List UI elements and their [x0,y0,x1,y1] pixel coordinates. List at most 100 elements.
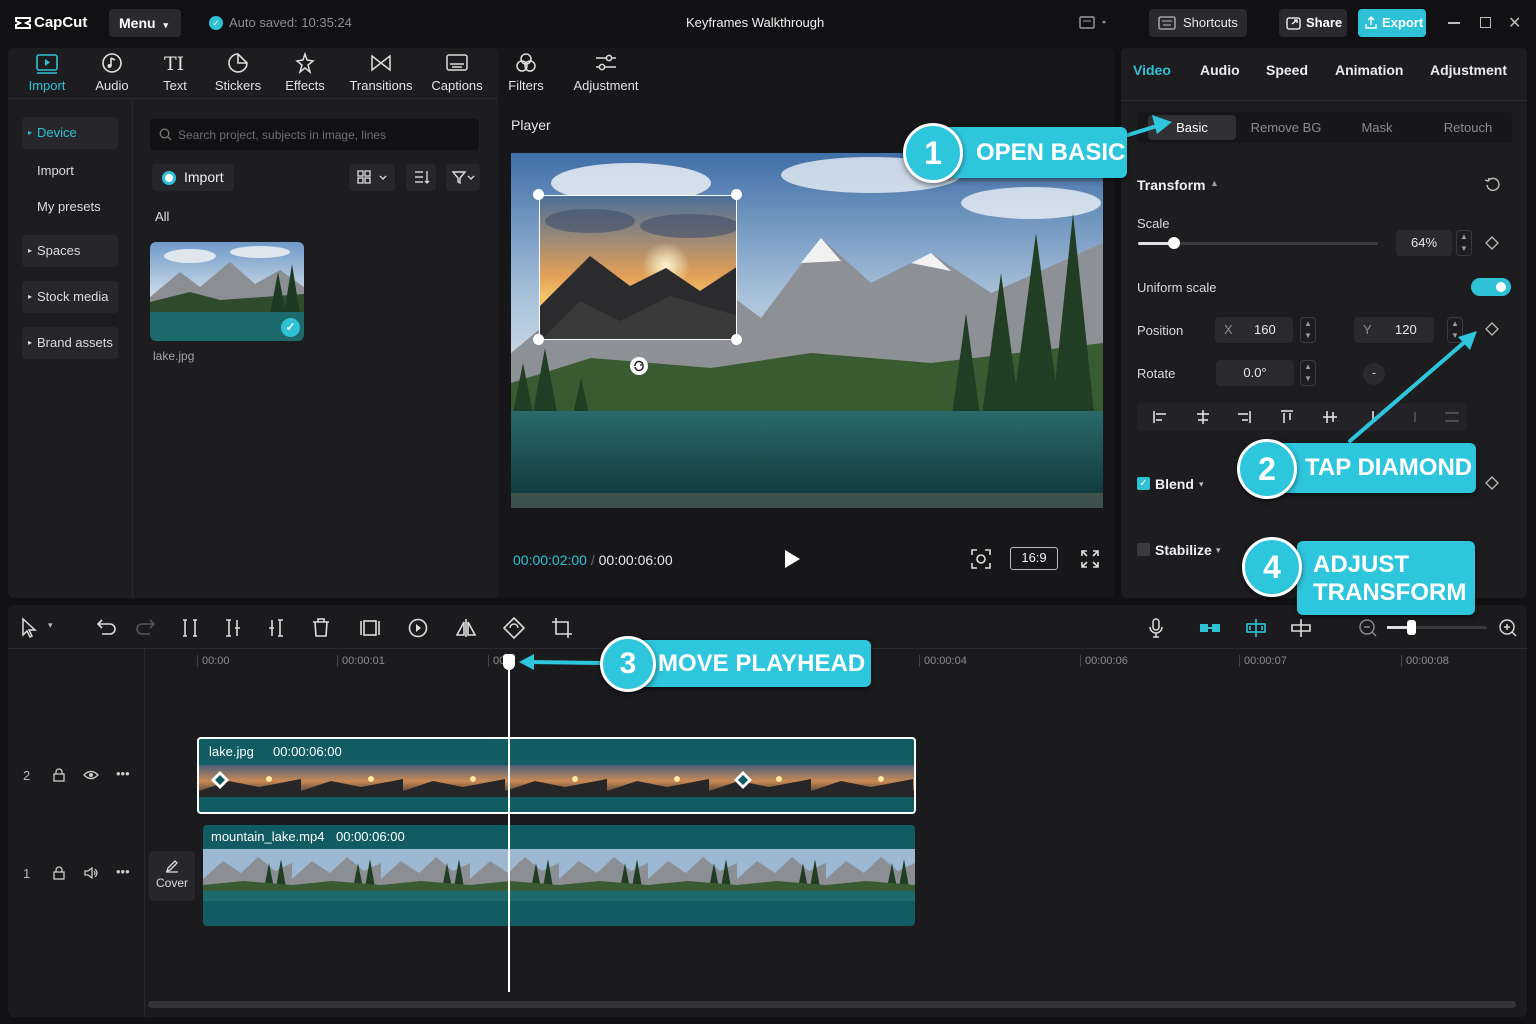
toolbar-import[interactable]: Import [12,52,82,98]
zoom-slider-knob[interactable] [1407,620,1416,635]
rotate-icon[interactable] [502,616,526,640]
snap-icon[interactable] [1244,616,1268,640]
keyframe-diamond-icon[interactable] [210,770,230,790]
zoom-slider[interactable] [1387,620,1487,635]
resize-handle[interactable] [533,334,544,345]
cover-button[interactable]: Cover [149,851,195,901]
split-view-icon[interactable] [1289,616,1313,640]
view-grid-button[interactable] [349,164,395,191]
select-cursor-icon[interactable] [18,616,42,640]
stabilize-label[interactable]: Stabilize [1155,542,1212,558]
subtab-remove-bg[interactable]: Remove BG [1242,115,1330,140]
undo-icon[interactable] [93,616,117,640]
delete-icon[interactable] [309,616,333,640]
toolbar-audio[interactable]: Audio [77,52,147,98]
resize-handle[interactable] [731,189,742,200]
overlay-image-selection[interactable] [539,195,737,340]
eye-icon[interactable] [83,769,99,781]
lock-icon[interactable] [52,768,66,782]
scale-slider-knob[interactable] [1168,237,1180,249]
filter-button[interactable] [446,164,480,191]
close-icon[interactable]: ✕ [1508,13,1521,33]
maximize-icon[interactable] [1480,17,1491,28]
rotate-stepper[interactable]: ▲ ▼ [1300,360,1316,386]
layout-icon[interactable] [1078,15,1110,31]
scale-keyframe-diamond-icon[interactable] [1485,236,1499,250]
audio-speaker-icon[interactable] [83,867,99,879]
transform-section-title[interactable]: Transform [1137,177,1205,193]
rotate-dial-icon[interactable]: - [1363,363,1385,385]
sidebar-item-stock-media[interactable]: ▸ Stock media [22,281,118,313]
sidebar-item-spaces[interactable]: ▸ Spaces [22,235,118,267]
share-button[interactable]: Share [1279,9,1347,37]
chevron-down-icon[interactable]: ▾ [1216,545,1221,556]
freeze-frame-icon[interactable] [358,616,382,640]
resize-handle[interactable] [731,334,742,345]
aspect-ratio-button[interactable]: 16:9 [1010,547,1058,570]
toolbar-text[interactable]: TI Text [140,52,210,98]
microphone-icon[interactable] [1144,616,1168,640]
split-icon[interactable] [178,616,202,640]
export-button[interactable]: Export [1358,9,1426,37]
toolbar-captions[interactable]: Captions [422,52,492,98]
play-button[interactable] [783,549,801,569]
split-right-icon[interactable] [264,616,288,640]
stabilize-checkbox[interactable] [1137,543,1150,556]
tab-adjustment[interactable]: Adjustment [1430,62,1507,78]
timeline-scrollbar[interactable] [148,1001,1516,1008]
search-input[interactable]: Search project, subjects in image, lines [150,119,479,150]
more-options-icon[interactable]: ••• [116,864,130,879]
tab-audio[interactable]: Audio [1200,62,1240,78]
playhead-line[interactable] [508,664,510,992]
fit-view-button[interactable] [970,548,992,570]
rotate-handle-icon[interactable] [630,357,648,375]
chevron-down-icon[interactable]: ▾ [48,620,53,631]
rotate-value-field[interactable]: 0.0° [1216,360,1294,386]
mirror-icon[interactable] [454,616,478,640]
toolbar-effects[interactable]: Effects [270,52,340,98]
uniform-scale-toggle[interactable] [1471,278,1511,296]
minimize-icon[interactable] [1448,22,1460,24]
blend-checkbox[interactable]: ✓ [1137,477,1150,490]
scale-stepper[interactable]: ▲ ▼ [1456,230,1472,256]
crop-icon[interactable] [550,616,574,640]
tab-speed[interactable]: Speed [1266,62,1308,78]
blend-keyframe-diamond-icon[interactable] [1485,476,1499,490]
speed-icon[interactable] [406,616,430,640]
position-y-field[interactable]: Y 120 [1354,317,1434,343]
playhead-handle[interactable] [503,654,515,670]
tab-video[interactable]: Video [1133,62,1171,78]
timeline-clip-lake[interactable]: lake.jpg 00:00:06:00 [197,737,916,814]
subtab-retouch[interactable]: Retouch [1424,115,1512,140]
zoom-out-icon[interactable] [1356,616,1380,640]
toolbar-transitions[interactable]: Transitions [346,52,416,98]
blend-label[interactable]: Blend [1155,476,1194,492]
keyframe-diamond-icon[interactable] [733,770,753,790]
reset-icon[interactable] [1484,176,1500,192]
fullscreen-button[interactable] [1080,549,1100,569]
redo-icon[interactable] [135,616,159,640]
toolbar-filters[interactable]: Filters [491,52,561,98]
toolbar-adjustment[interactable]: Adjustment [571,52,641,98]
import-button[interactable]: Import [152,164,234,191]
timeline-clip-mountain-lake[interactable]: mountain_lake.mp4 00:00:06:00 [203,825,915,926]
resize-handle[interactable] [533,189,544,200]
more-options-icon[interactable]: ••• [116,766,130,781]
chevron-up-icon[interactable]: ▲ [1210,178,1219,188]
shortcuts-button[interactable]: Shortcuts [1149,9,1247,37]
scale-slider[interactable] [1138,237,1378,249]
position-x-stepper[interactable]: ▲ ▼ [1300,317,1316,343]
position-y-stepper[interactable]: ▲ ▼ [1447,317,1463,343]
subtab-mask[interactable]: Mask [1333,115,1421,140]
sidebar-item-brand-assets[interactable]: ▸ Brand assets [22,327,118,359]
tab-animation[interactable]: Animation [1335,62,1403,78]
filter-all[interactable]: All [155,209,169,224]
split-left-icon[interactable] [221,616,245,640]
subtab-basic[interactable]: Basic [1148,115,1236,140]
position-x-field[interactable]: X 160 [1215,317,1293,343]
link-clips-icon[interactable] [1198,616,1222,640]
menu-button[interactable]: Menu ▾ [109,9,181,37]
sort-button[interactable] [406,164,436,191]
zoom-in-icon[interactable] [1496,616,1520,640]
toolbar-stickers[interactable]: Stickers [203,52,273,98]
